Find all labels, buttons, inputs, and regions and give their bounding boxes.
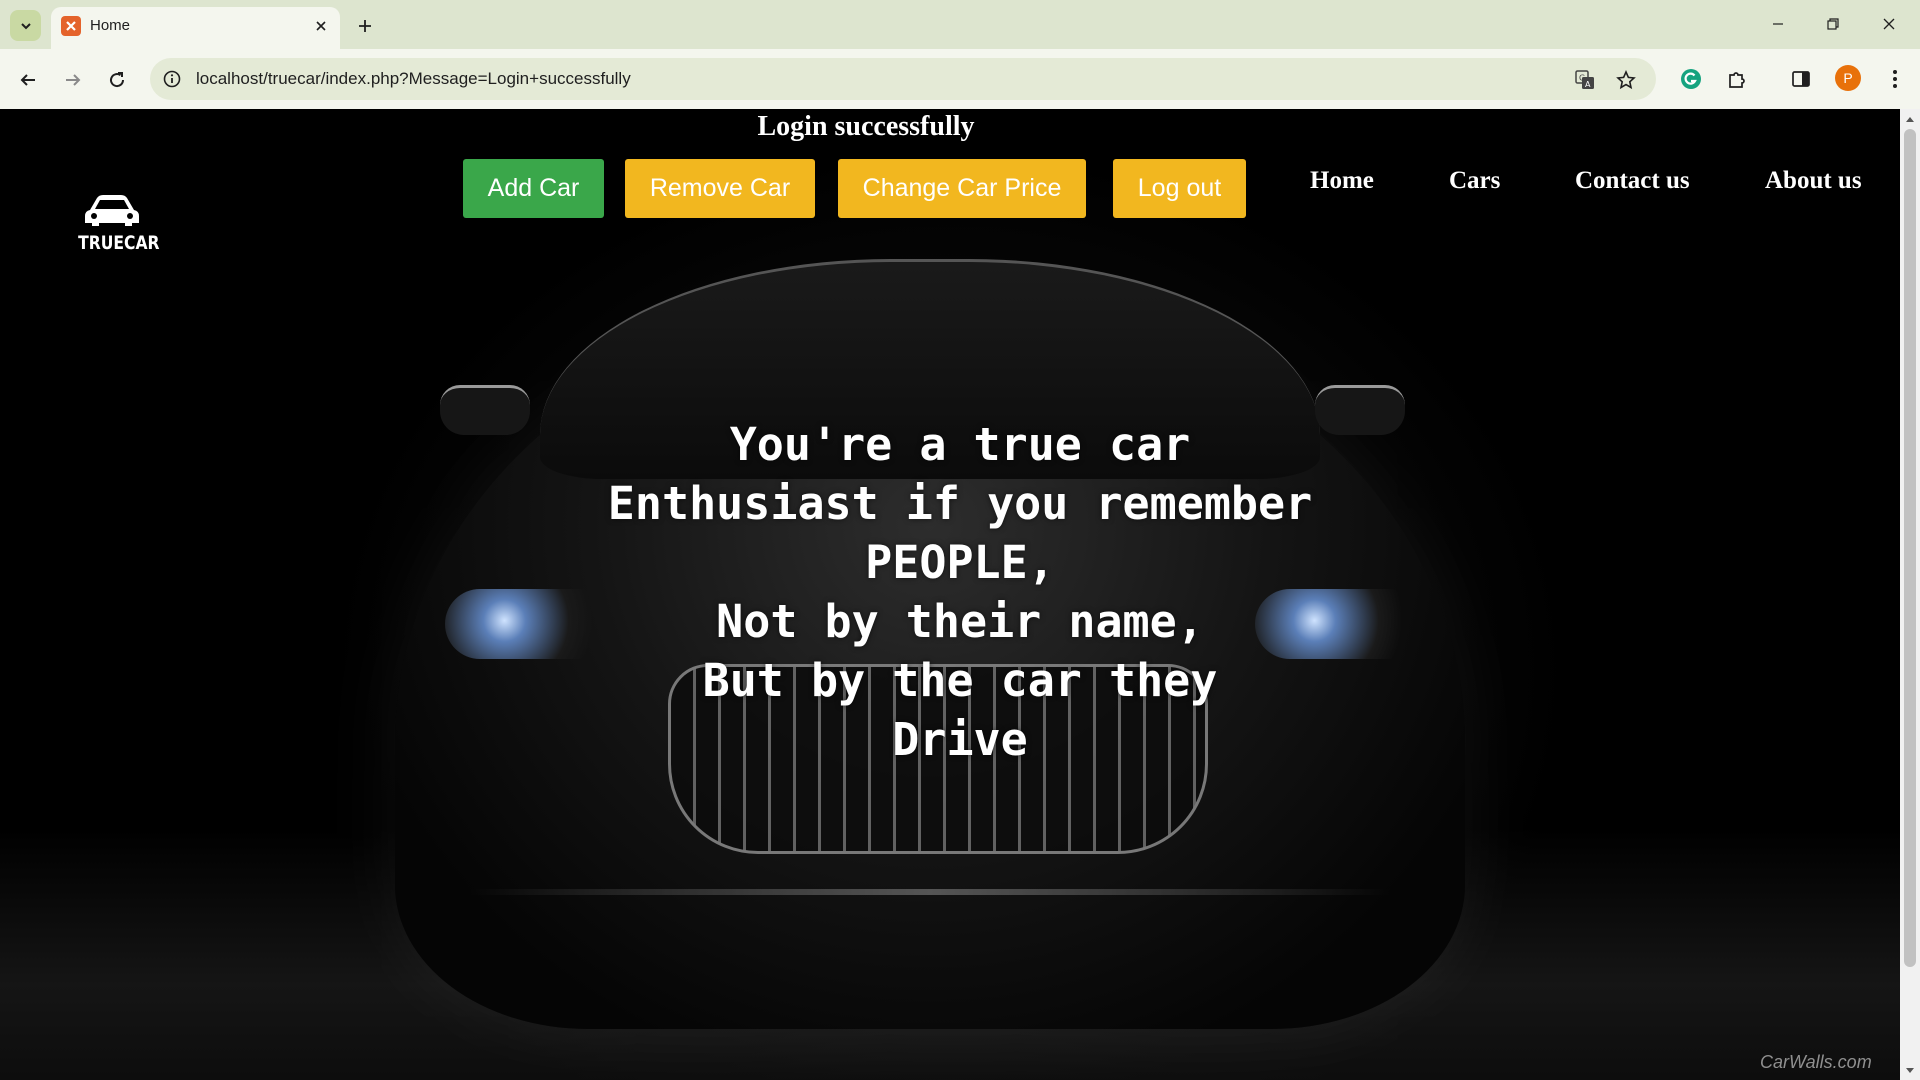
close-icon [1883,18,1895,30]
page-viewport: Login successfully TRUECAR Add Car Remov… [0,109,1900,1080]
logo-text: TRUECAR [78,232,160,254]
plus-icon [359,20,371,32]
kebab-menu-icon[interactable] [1880,64,1910,94]
minimize-icon [1773,23,1783,25]
address-bar[interactable]: localhost/truecar/index.php?Message=Logi… [150,58,1656,100]
browser-tab-strip: Home [0,0,1920,49]
info-icon[interactable] [162,69,182,89]
login-status-message: Login successfully [757,111,975,142]
restore-icon [1827,18,1839,30]
truecar-logo[interactable]: TRUECAR [70,194,160,274]
grammarly-icon[interactable] [1676,64,1706,94]
translate-icon[interactable]: GA [1573,68,1597,92]
close-window-button[interactable] [1867,6,1911,42]
image-watermark: CarWalls.com [1760,1052,1872,1072]
svg-text:A: A [1585,80,1591,89]
reload-button[interactable] [101,64,133,96]
car-icon [85,195,139,226]
add-car-button[interactable]: Add Car [463,159,604,218]
url-text[interactable]: localhost/truecar/index.php?Message=Logi… [196,69,631,89]
car-bumper [470,889,1390,895]
scroll-down-icon[interactable] [1905,1066,1915,1076]
car-mirror-left [440,385,530,435]
restore-button[interactable] [1811,6,1855,42]
new-tab-button[interactable] [351,12,379,40]
remove-car-button[interactable]: Remove Car [625,159,815,218]
nav-contact-us[interactable]: Contact us [1575,167,1690,195]
star-icon[interactable] [1614,68,1638,92]
chevron-down-icon [20,22,31,29]
arrow-right-icon [66,74,81,86]
minimize-button[interactable] [1756,6,1800,42]
browser-tab-home[interactable]: Home [51,7,340,49]
close-icon [316,21,326,31]
scrollbar-thumb[interactable] [1904,129,1916,967]
logout-button[interactable]: Log out [1113,159,1246,218]
xampp-icon [61,16,81,36]
change-car-price-button[interactable]: Change Car Price [838,159,1086,218]
nav-cars[interactable]: Cars [1449,167,1500,195]
browser-toolbar: localhost/truecar/index.php?Message=Logi… [0,49,1920,109]
scroll-up-icon[interactable] [1905,114,1915,124]
reload-icon [110,72,125,88]
puzzle-icon[interactable] [1722,64,1752,94]
nav-about-us[interactable]: About us [1765,167,1862,195]
arrow-left-icon [20,74,35,86]
tab-close-button[interactable] [310,15,332,37]
page-scrollbar[interactable] [1900,109,1920,1080]
side-panel-icon[interactable] [1786,64,1816,94]
tab-search-button[interactable] [10,10,41,41]
nav-home[interactable]: Home [1310,167,1374,195]
profile-avatar[interactable]: P [1835,65,1861,91]
tab-title: Home [90,17,131,34]
hero-quote: You're a true car Enthusiast if you reme… [607,418,1313,766]
forward-button[interactable] [57,64,89,96]
back-button[interactable] [12,64,44,96]
